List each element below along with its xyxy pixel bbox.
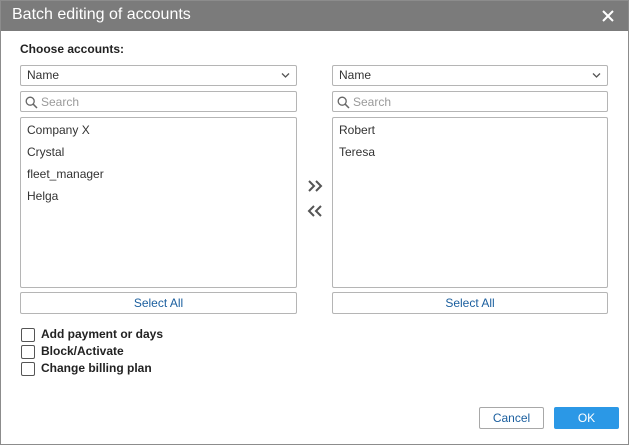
list-item[interactable]: Helga (27, 187, 58, 205)
dialog-titlebar: Batch editing of accounts (1, 1, 628, 31)
right-sort-value: Name (339, 68, 372, 82)
list-item[interactable]: Company X (27, 121, 90, 139)
block-activate-label[interactable]: Block/Activate (41, 344, 124, 358)
add-payment-label[interactable]: Add payment or days (41, 327, 163, 341)
list-item[interactable]: Crystal (27, 143, 64, 161)
right-search-placeholder: Search (353, 95, 392, 109)
right-select-all-button[interactable]: Select All (332, 292, 608, 314)
list-item[interactable]: Teresa (339, 143, 375, 161)
change-billing-plan-checkbox[interactable] (21, 362, 35, 376)
double-chevron-right-icon[interactable] (306, 178, 324, 194)
batch-edit-dialog: Batch editing of accounts Choose account… (0, 0, 629, 445)
search-icon (337, 96, 350, 109)
right-sort-select[interactable]: Name (332, 65, 608, 86)
left-sort-value: Name (27, 68, 60, 82)
double-chevron-left-icon[interactable] (306, 203, 324, 219)
change-billing-plan-label[interactable]: Change billing plan (41, 361, 152, 375)
left-select-all-button[interactable]: Select All (20, 292, 297, 314)
dialog-title: Batch editing of accounts (12, 6, 191, 23)
ok-button[interactable]: OK (554, 407, 619, 429)
list-item[interactable]: Robert (339, 121, 375, 139)
left-search-field[interactable]: Search (20, 91, 297, 112)
list-item[interactable]: fleet_manager (27, 165, 104, 183)
left-account-list[interactable]: Company X Crystal fleet_manager Helga (20, 117, 297, 288)
search-icon (25, 96, 38, 109)
choose-accounts-label: Choose accounts: (20, 42, 125, 56)
block-activate-checkbox[interactable] (21, 345, 35, 359)
chevron-down-icon (281, 73, 290, 78)
add-payment-checkbox[interactable] (21, 328, 35, 342)
close-icon[interactable] (600, 8, 616, 24)
chevron-down-icon (592, 73, 601, 78)
cancel-button[interactable]: Cancel (479, 407, 544, 429)
left-search-placeholder: Search (41, 95, 80, 109)
right-search-field[interactable]: Search (332, 91, 608, 112)
left-sort-select[interactable]: Name (20, 65, 297, 86)
right-account-list[interactable]: Robert Teresa (332, 117, 608, 288)
